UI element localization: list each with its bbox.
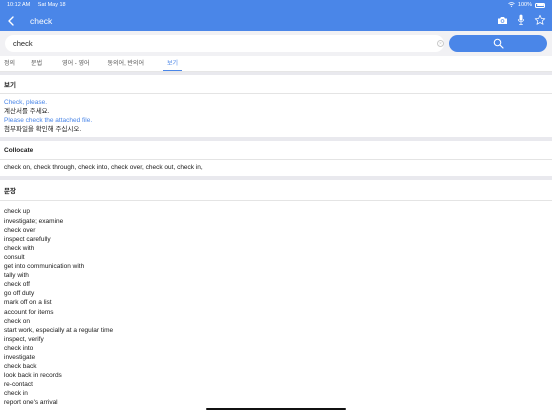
battery-percent: 100% [517, 2, 532, 8]
star-icon [534, 14, 546, 25]
example-korean: 첨부파일을 확인해 주십시오. [4, 126, 82, 134]
list-item: tally with [4, 272, 29, 280]
sentences-section: 문장 check up investigate; examine check o… [0, 180, 552, 410]
chevron-left-icon [8, 15, 14, 26]
sentences-header: 문장 [0, 180, 552, 202]
list-item: check over [4, 226, 36, 234]
list-item: re-contact [4, 381, 33, 389]
clear-icon[interactable]: × [437, 39, 444, 47]
tab-grammar[interactable]: 문법 [31, 58, 42, 71]
list-item: start work, especially at a regular time [4, 326, 114, 334]
examples-body: Check, please. 계산서를 주세요. Please check th… [0, 94, 552, 137]
status-right: 100% [508, 1, 545, 9]
list-item: check into [4, 344, 34, 352]
list-item: inspect, verify [4, 335, 44, 343]
wifi-icon [508, 1, 515, 9]
list-item: investigate [4, 353, 36, 361]
favorite-button[interactable] [534, 13, 546, 27]
tab-english-english[interactable]: 영어 - 영어 [62, 58, 89, 71]
example-korean: 계산서를 주세요. [4, 108, 50, 116]
list-item: check up [4, 208, 31, 216]
search-bar: × [0, 31, 552, 56]
list-item: check with [4, 244, 35, 252]
list-item: mark off on a list [4, 299, 52, 307]
home-indicator[interactable] [206, 407, 346, 410]
tab-examples[interactable]: 보기 [162, 58, 183, 71]
list-item: check back [4, 363, 37, 371]
nav-bar: check [0, 10, 552, 31]
tab-definition[interactable]: 정의 [4, 58, 15, 71]
list-item: go off duty [4, 290, 35, 298]
camera-button[interactable] [496, 13, 508, 27]
examples-section: 보기 Check, please. 계산서를 주세요. Please check… [0, 75, 552, 137]
battery-icon [535, 2, 545, 8]
tab-bar: 정의 문법 영어 - 영어 동의어, 반의어 보기 [0, 56, 552, 72]
list-item: inspect carefully [4, 235, 51, 243]
list-item: investigate; examine [4, 217, 64, 225]
back-button[interactable] [6, 14, 16, 28]
collocate-section: Collocate check on, check through, check… [0, 141, 552, 174]
page-title: check [30, 15, 53, 26]
status-time: 10:12 AM [7, 2, 31, 8]
list-item: look back in records [4, 372, 62, 380]
camera-icon [497, 16, 507, 24]
search-icon [493, 38, 504, 49]
nav-actions [496, 13, 546, 27]
list-item: account for items [4, 308, 54, 316]
examples-header: 보기 [0, 75, 552, 94]
sentences-body: check up investigate; examine check over… [0, 201, 552, 410]
list-item: check on [4, 317, 31, 325]
collocate-text: check on, check through, check into, che… [4, 164, 203, 172]
list-item: report one's arrival [4, 399, 58, 407]
collocate-body: check on, check through, check into, che… [0, 160, 552, 174]
example-english[interactable]: Check, please. [4, 98, 548, 107]
status-left: 10:12 AM Sat May 18 [7, 2, 72, 8]
microphone-icon [517, 14, 525, 25]
list-item: check off [4, 281, 30, 289]
status-bar: 10:12 AM Sat May 18 100% [0, 0, 552, 10]
tab-synonyms-antonyms[interactable]: 동의어, 반의어 [108, 58, 144, 71]
collocate-header: Collocate [0, 141, 552, 161]
search-input[interactable] [5, 35, 444, 52]
list-item: consult [4, 253, 25, 261]
microphone-button[interactable] [515, 13, 527, 27]
list-item: get into communication with [4, 263, 85, 271]
search-button[interactable] [449, 35, 547, 52]
example-english[interactable]: Please check the attached file. [4, 116, 548, 125]
list-item: check in [4, 390, 28, 398]
status-date: Sat May 18 [37, 2, 66, 8]
